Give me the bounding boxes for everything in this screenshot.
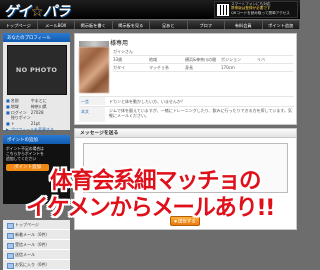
profile-points: ■残りポイント 21pt: [6, 115, 40, 127]
send-message-title: メッセージを送る: [74, 128, 297, 138]
user-name-heading: 様専用: [79, 38, 128, 47]
sidebar-item-new-mail[interactable]: 新着メール（0件）: [3, 230, 70, 240]
blurred-name: [79, 40, 109, 47]
sidebar-item-sent[interactable]: 送信メール: [3, 250, 70, 260]
attribute-row: 33歳 地域 横浜&神奈川の間 ポジション リバ: [113, 56, 293, 64]
nav-footprints[interactable]: 足あと: [150, 21, 188, 29]
profile-panel-title: あなたのプロフィール: [3, 33, 70, 42]
nav-add-points[interactable]: ポイント追加: [263, 21, 300, 29]
overlay-caption-line2: イケメンからメールあり!!: [26, 195, 275, 221]
mobile-promo-banner[interactable]: スマートフォンにも対応 携帯版は登録が必要です QRコードを読み取って簡単アクセ…: [214, 1, 298, 18]
nav-premium[interactable]: 有料会員: [225, 21, 263, 29]
sidebar-item-favorites[interactable]: お気に入り（0件）: [3, 260, 70, 270]
points-panel-title: ポイントの追加: [3, 135, 70, 144]
nav-profile[interactable]: プロフ: [188, 21, 225, 29]
points-text: 追加してください: [6, 156, 37, 161]
user-photo[interactable]: [79, 47, 109, 93]
add-points-button[interactable]: ポイント追加: [6, 164, 49, 171]
user-detail-card: 様専用 ガイシさん 33歳 地域 横浜&神奈川の間 ポジション リバ ガタイ マッチョ系身…: [74, 33, 297, 125]
site-logo[interactable]: ゲイ☆パラ: [4, 1, 70, 21]
attribute-row: ガタイ マッチョ系 身長 170cm: [113, 64, 293, 72]
site-header: ゲイ☆パラ スマートフォンにも対応 携帯版は登録が必要です QRコードを読み取っ…: [0, 0, 300, 21]
profile-panel: NO PHOTO ■名前 やまとに ■地域 神奈川県 ■ログイン 27028 ■残りポ…: [3, 42, 70, 133]
user-attributes: ガイシさん 33歳 地域 横浜&神奈川の間 ポジション リバ ガタイ マッチョ系 身長 170…: [113, 48, 293, 72]
detail-row-body: 本文 ジムで体を鍛えていますが、一緒にトレーニングしたり、飲みに行ったりできる方を…: [79, 106, 294, 122]
no-photo-avatar[interactable]: NO PHOTO: [6, 45, 67, 95]
detail-row-comment: 一言 ドカンと体を動かしたい方、いませんか？: [79, 96, 294, 105]
sidebar-item-inbox[interactable]: 受信メール（0件）: [3, 240, 70, 250]
nav-top[interactable]: トップページ: [0, 21, 38, 29]
edit-profile-link[interactable]: ▶プロフィールを変更する: [6, 127, 67, 133]
nav-mailbox[interactable]: メールBOX: [38, 21, 75, 29]
nav-post-board[interactable]: 掲示板を書く: [75, 21, 113, 29]
nav-view-board[interactable]: 掲示板を見る: [113, 21, 150, 29]
sidebar-item-top[interactable]: トップページ: [3, 220, 70, 230]
qr-code-icon: [217, 4, 229, 16]
overlay-caption-line1: 体育会系細マッチョの: [50, 168, 262, 194]
sidebar-menu: トップページ 新着メール（0件） 受信メール（0件） 送信メール お気に入り（0…: [3, 220, 70, 270]
main-nav: トップページ メールBOX 掲示板を書く 掲示板を見る 足あと プロフ 有料会員…: [0, 20, 300, 29]
attribute-row: ガイシさん: [113, 48, 293, 56]
